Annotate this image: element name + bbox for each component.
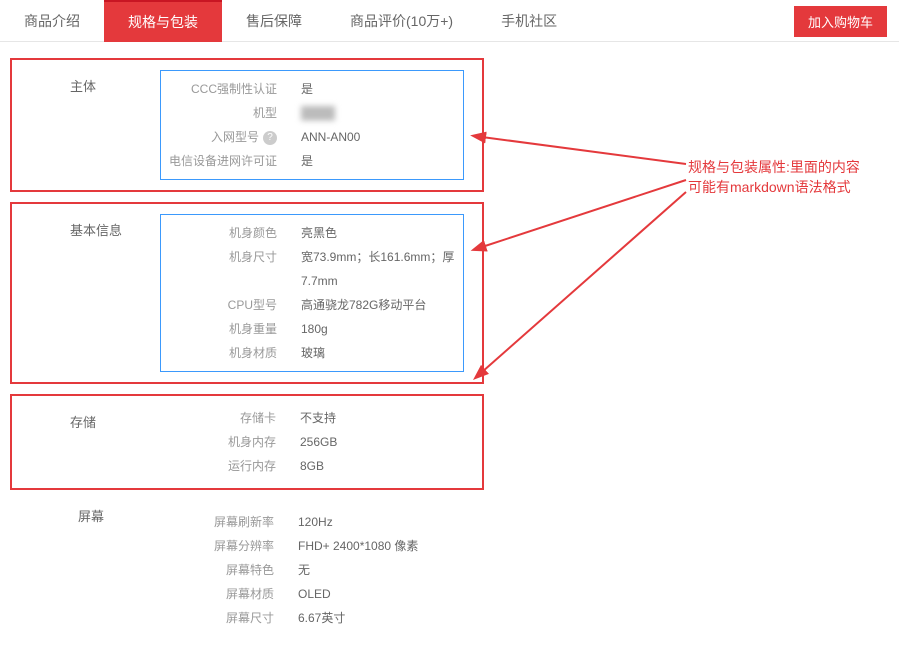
spec-row: 屏幕分辨率FHD+ 2400*1080 像素	[158, 534, 466, 558]
spec-key: 入网型号?	[161, 125, 301, 149]
spec-key: 机型	[161, 101, 301, 125]
spec-value: 8GB	[300, 454, 464, 478]
spec-table: 存储卡不支持机身内存256GB运行内存8GB	[160, 406, 464, 478]
spec-section-0: 主体CCC强制性认证是机型████入网型号?ANN-AN00电信设备进网许可证是	[10, 58, 484, 192]
spec-row: 屏幕尺寸6.67英寸	[158, 606, 466, 630]
spec-row: 屏幕特色无	[158, 558, 466, 582]
spec-value: 玻璃	[301, 341, 463, 365]
spec-table: CCC强制性认证是机型████入网型号?ANN-AN00电信设备进网许可证是	[160, 70, 464, 180]
tab-4[interactable]: 手机社区	[477, 0, 581, 42]
spec-value: 180g	[301, 317, 463, 341]
spec-row: 机身重量180g	[161, 317, 463, 341]
spec-key: 屏幕刷新率	[158, 510, 298, 534]
spec-value: 亮黑色	[301, 221, 463, 245]
spec-value: OLED	[298, 582, 466, 606]
spec-key: 机身内存	[160, 430, 300, 454]
spec-row: 屏幕材质OLED	[158, 582, 466, 606]
spec-row: CPU型号高通骁龙782G移动平台	[161, 293, 463, 317]
tab-2[interactable]: 售后保障	[222, 0, 326, 42]
add-to-cart-button[interactable]: 加入购物车	[794, 6, 887, 37]
spec-row: 运行内存8GB	[160, 454, 464, 478]
spec-key: 存储卡	[160, 406, 300, 430]
spec-key: 屏幕材质	[158, 582, 298, 606]
spec-value: FHD+ 2400*1080 像素	[298, 534, 466, 558]
spec-key: CCC强制性认证	[161, 77, 301, 101]
spec-value: ANN-AN00	[301, 125, 463, 149]
spec-key: 运行内存	[160, 454, 300, 478]
spec-table: 机身颜色亮黑色机身尺寸宽73.9mm；长161.6mm；厚7.7mmCPU型号高…	[160, 214, 464, 372]
spec-key: 屏幕分辨率	[158, 534, 298, 558]
spec-row: 存储卡不支持	[160, 406, 464, 430]
spec-value: 256GB	[300, 430, 464, 454]
spec-row: 机身颜色亮黑色	[161, 221, 463, 245]
spec-row: 入网型号?ANN-AN00	[161, 125, 463, 149]
spec-row: 机身尺寸宽73.9mm；长161.6mm；厚7.7mm	[161, 245, 463, 293]
spec-section-title: 基本信息	[70, 220, 122, 239]
help-icon[interactable]: ?	[263, 131, 277, 145]
spec-key: 机身重量	[161, 317, 301, 341]
spec-section-3: 屏幕屏幕刷新率120Hz屏幕分辨率FHD+ 2400*1080 像素屏幕特色无屏…	[10, 500, 484, 640]
spec-value: 6.67英寸	[298, 606, 466, 630]
spec-row: 机型████	[161, 101, 463, 125]
spec-key: CPU型号	[161, 293, 301, 317]
spec-value: 是	[301, 149, 463, 173]
spec-key: 机身颜色	[161, 221, 301, 245]
spec-value: 不支持	[300, 406, 464, 430]
spec-row: CCC强制性认证是	[161, 77, 463, 101]
spec-section-title: 主体	[70, 76, 96, 95]
spec-section-title: 屏幕	[78, 506, 104, 525]
spec-row: 电信设备进网许可证是	[161, 149, 463, 173]
spec-key: 机身尺寸	[161, 245, 301, 293]
spec-value: 宽73.9mm；长161.6mm；厚7.7mm	[301, 245, 463, 293]
spec-value: 无	[298, 558, 466, 582]
spec-value: ████	[301, 101, 463, 125]
spec-row: 机身内存256GB	[160, 430, 464, 454]
spec-key: 机身材质	[161, 341, 301, 365]
annotation-text: 规格与包装属性:里面的内容可能有markdown语法格式	[688, 157, 868, 197]
spec-row: 机身材质玻璃	[161, 341, 463, 365]
spec-key: 屏幕特色	[158, 558, 298, 582]
tab-0[interactable]: 商品介绍	[0, 0, 104, 42]
spec-section-2: 存储 存储卡不支持机身内存256GB运行内存8GB	[10, 394, 484, 490]
spec-section-1: 基本信息 机身颜色亮黑色机身尺寸宽73.9mm；长161.6mm；厚7.7mmCP…	[10, 202, 484, 384]
spec-table: 屏幕刷新率120Hz屏幕分辨率FHD+ 2400*1080 像素屏幕特色无屏幕材…	[158, 510, 466, 630]
tab-bar: 商品介绍规格与包装售后保障商品评价(10万+)手机社区 加入购物车	[0, 0, 899, 42]
spec-row: 屏幕刷新率120Hz	[158, 510, 466, 534]
spec-content: 主体CCC强制性认证是机型████入网型号?ANN-AN00电信设备进网许可证是…	[0, 42, 899, 652]
spec-section-title: 存储	[70, 412, 96, 431]
spec-value: 120Hz	[298, 510, 466, 534]
tab-3[interactable]: 商品评价(10万+)	[326, 0, 477, 42]
spec-key: 屏幕尺寸	[158, 606, 298, 630]
spec-key: 电信设备进网许可证	[161, 149, 301, 173]
spec-value: 高通骁龙782G移动平台	[301, 293, 463, 317]
spec-value: 是	[301, 77, 463, 101]
tab-1[interactable]: 规格与包装	[104, 0, 222, 42]
